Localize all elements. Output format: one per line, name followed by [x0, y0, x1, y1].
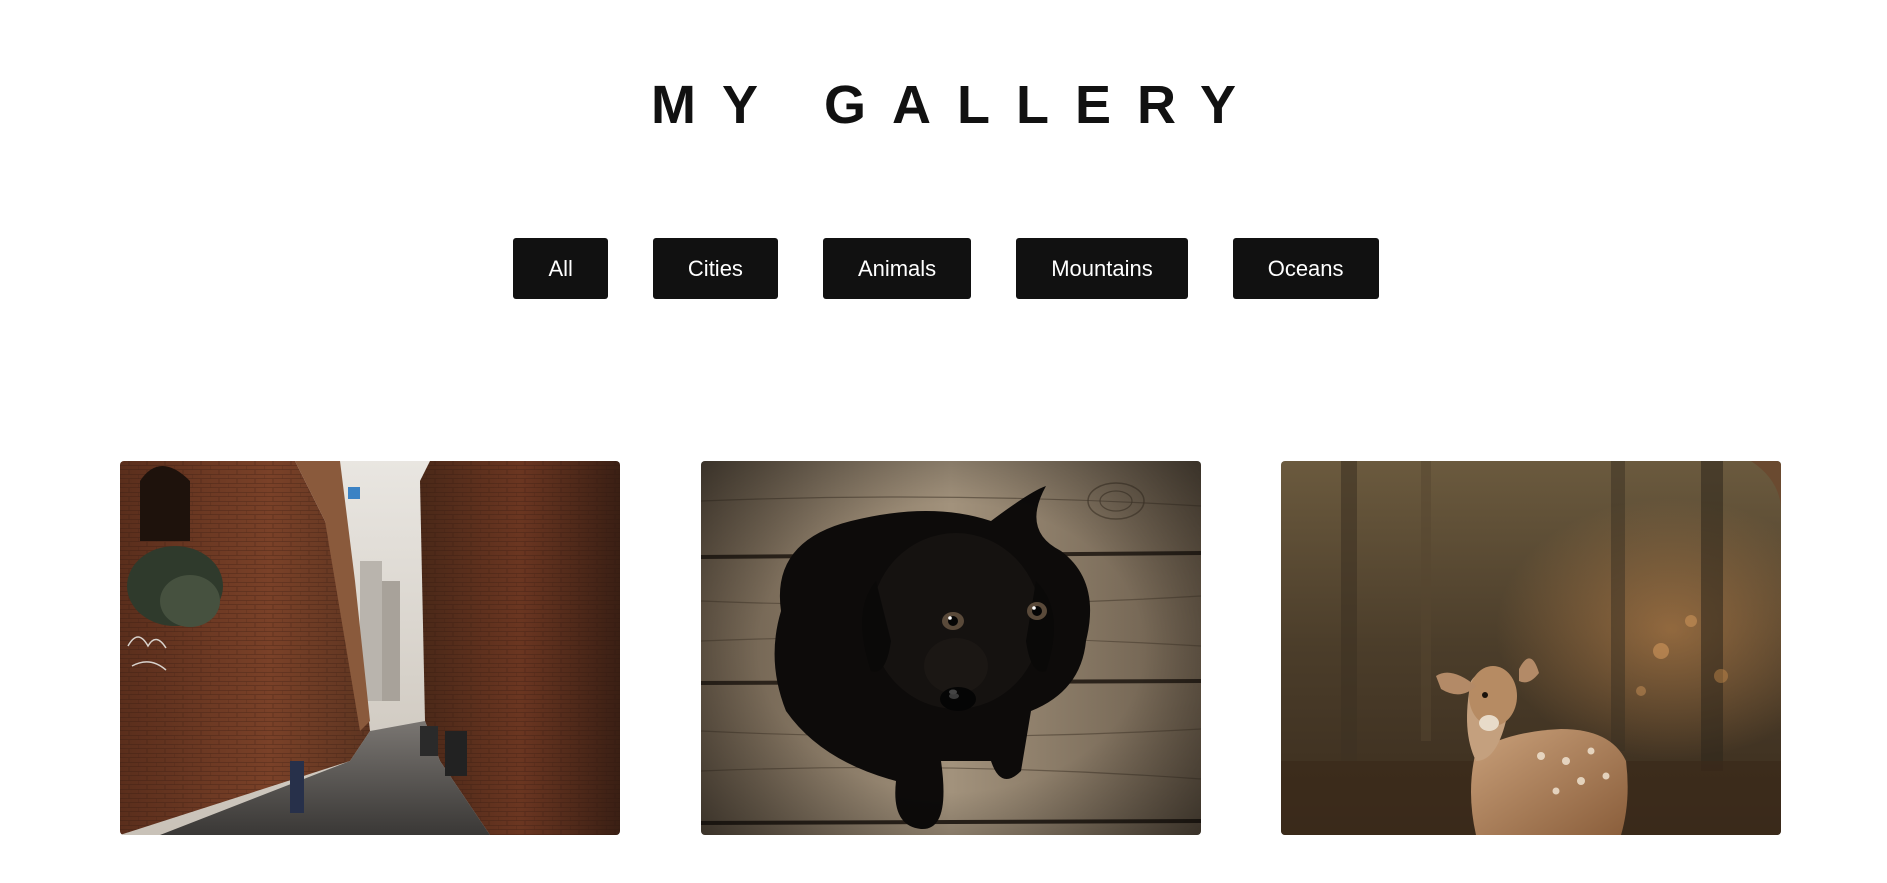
filter-oceans-button[interactable]: Oceans — [1232, 238, 1379, 299]
page-title: MY GALLERY — [650, 75, 1263, 135]
puppy-photo — [700, 461, 1201, 835]
filter-bar: All Cities Animals Mountains Oceans — [0, 238, 1887, 299]
deer-photo — [1281, 461, 1781, 835]
gallery-grid — [120, 461, 1781, 835]
filter-all-button[interactable]: All — [513, 238, 608, 299]
filter-cities-label: Cities — [687, 255, 743, 281]
filter-cities-button[interactable]: Cities — [652, 238, 778, 299]
filter-oceans-label: Oceans — [1267, 255, 1344, 281]
alley-photo — [120, 461, 620, 835]
filter-animals-button[interactable]: Animals — [822, 238, 972, 299]
filter-mountains-button[interactable]: Mountains — [1016, 238, 1188, 299]
gallery-item-alley[interactable] — [120, 461, 620, 835]
gallery-item-deer[interactable] — [1281, 461, 1781, 835]
gallery-item-puppy[interactable] — [700, 461, 1201, 835]
filter-all-label: All — [548, 255, 573, 281]
filter-mountains-label: Mountains — [1051, 255, 1153, 281]
filter-animals-label: Animals — [857, 255, 937, 281]
